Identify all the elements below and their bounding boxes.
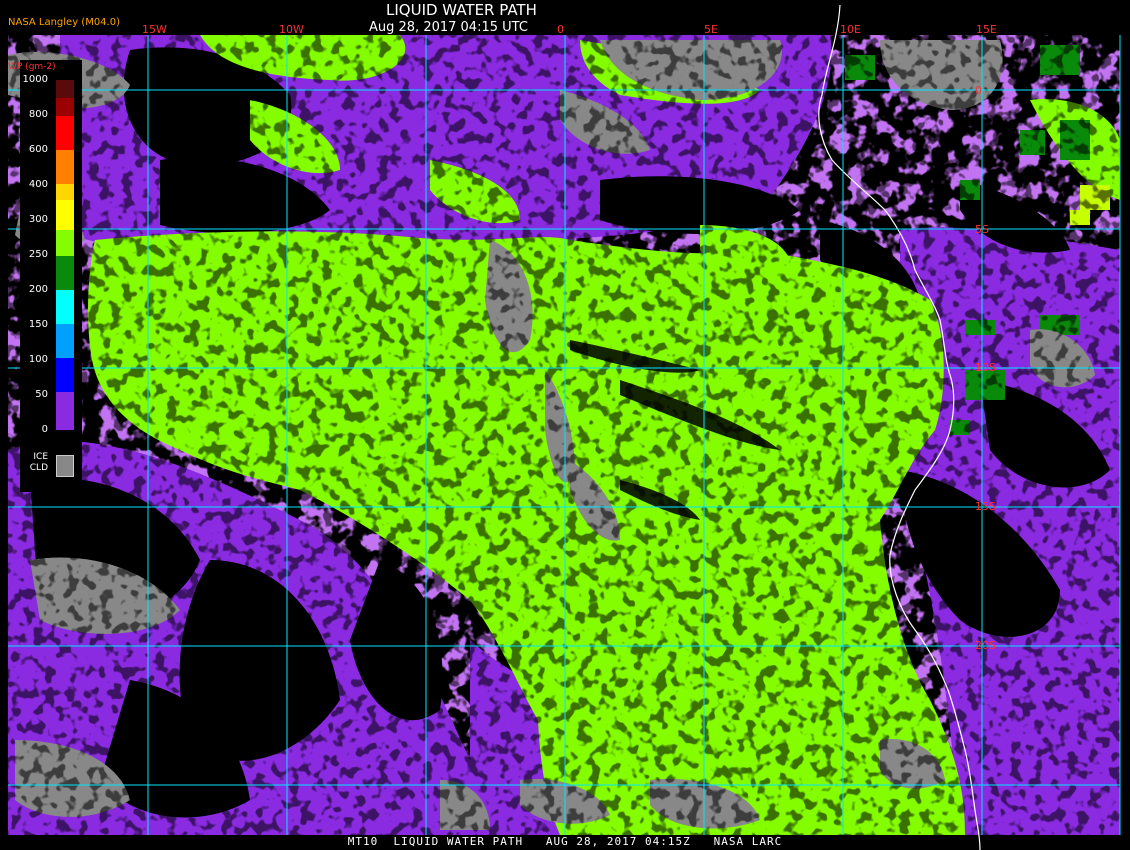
legend-tick-200: 200 (28, 284, 48, 295)
legend-title: WP (gm-2) (8, 62, 56, 72)
legend-tick-250: 250 (28, 249, 48, 260)
lat-label-5s: 5S (975, 223, 989, 236)
liquid-water-path-map (0, 0, 1130, 850)
legend-swatch-50 (56, 358, 74, 392)
legend-swatch-150 (56, 290, 74, 324)
legend-swatch-100 (56, 324, 74, 358)
legend-swatch-ice-cloud (56, 455, 74, 477)
lat-label-10s: 10S (975, 361, 996, 374)
lon-label-15w: 15W (142, 23, 167, 36)
producer-credit: NASA Langley (M04.0) (8, 17, 120, 28)
legend-swatch-1000 (56, 80, 74, 98)
legend-tick-1000: 1000 (22, 74, 48, 85)
legend-swatch-0 (56, 392, 74, 430)
lat-label-20s: 20S (975, 639, 996, 652)
product-footer: MT10 LIQUID WATER PATH AUG 28, 2017 04:1… (347, 835, 783, 848)
lon-label-10w: 10W (279, 23, 304, 36)
lat-label-15s: 15S (975, 500, 996, 513)
legend-swatch-700 (56, 116, 74, 150)
map-title: LIQUID WATER PATH (386, 1, 537, 19)
lon-label-0: 0 (557, 23, 564, 36)
legend-swatch-200 (56, 256, 74, 290)
legend-tick-800: 800 (28, 109, 48, 120)
legend-swatch-250 (56, 230, 74, 256)
legend-tick-100: 100 (28, 354, 48, 365)
lat-label-0: 0 (975, 84, 982, 97)
legend-tick-50: 50 (35, 389, 48, 400)
legend-swatch-600 (56, 150, 74, 184)
legend-ice-label-1: ICE (33, 452, 48, 462)
lon-label-15e: 15E (976, 23, 997, 36)
lon-label-5e: 5E (704, 23, 718, 36)
legend-ice-label-2: CLD (29, 463, 48, 473)
legend-tick-600: 600 (28, 144, 48, 155)
legend-tick-0: 0 (41, 424, 48, 435)
legend-tick-150: 150 (28, 319, 48, 330)
legend-tick-400: 400 (28, 179, 48, 190)
legend-swatch-400 (56, 184, 74, 200)
map-timestamp: Aug 28, 2017 04:15 UTC (369, 20, 528, 35)
cloud-texture-speckle (8, 35, 1120, 835)
color-legend: WP (gm-2) 1000 800 600 400 300 250 200 1… (8, 60, 82, 492)
legend-tick-300: 300 (28, 214, 48, 225)
lon-label-10e: 10E (840, 23, 861, 36)
legend-swatch-800 (56, 98, 74, 116)
legend-swatch-300 (56, 200, 74, 230)
